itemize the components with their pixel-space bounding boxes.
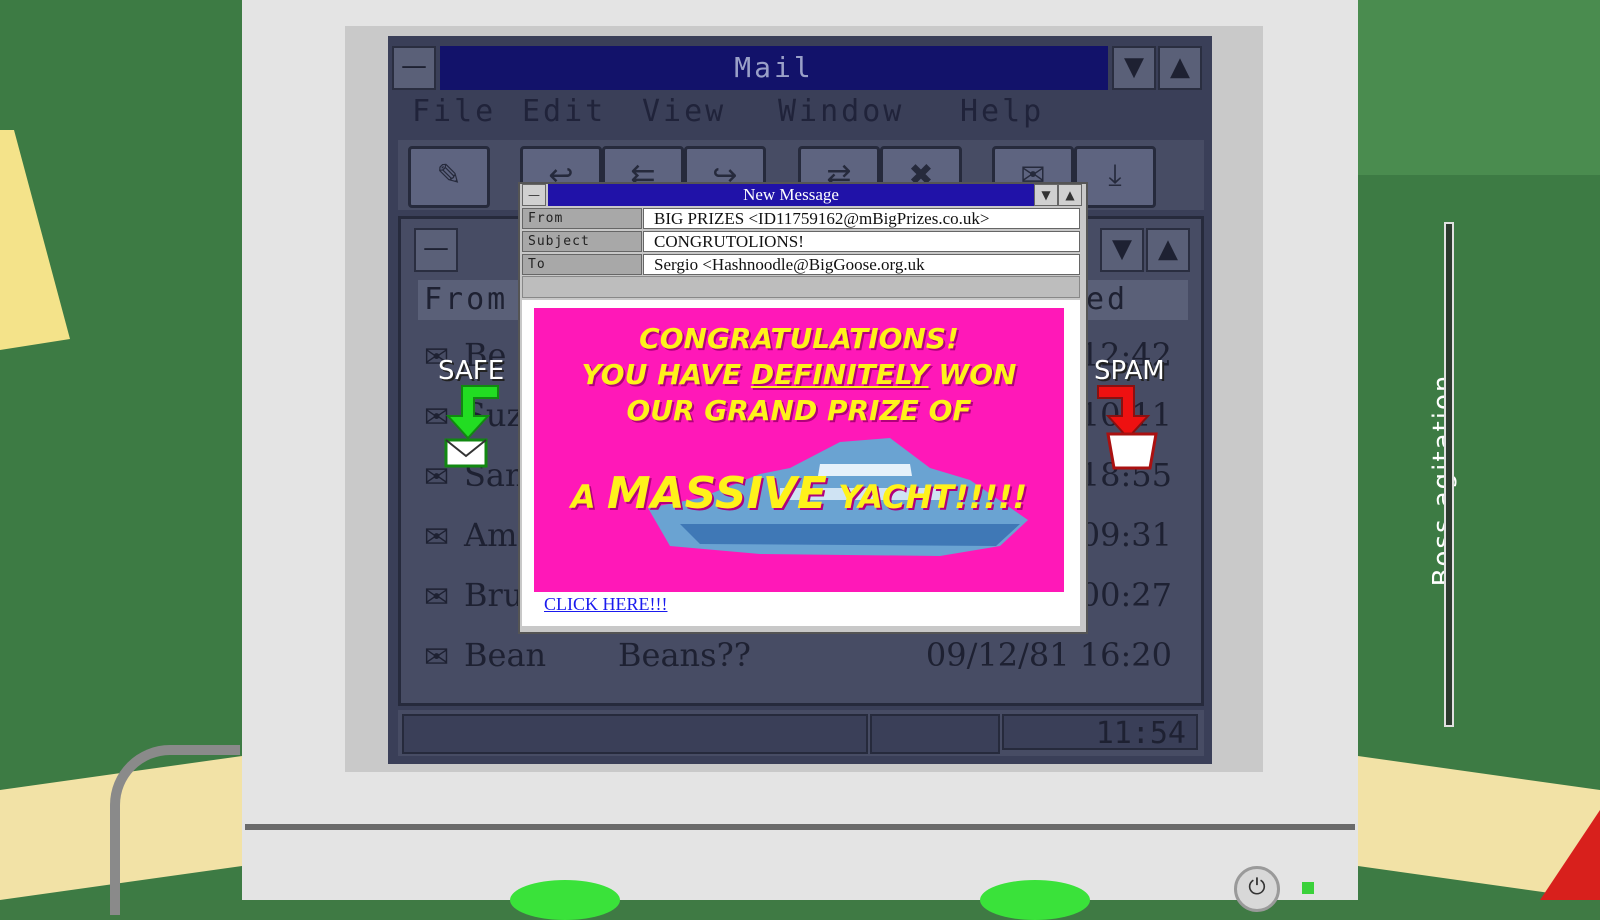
mail-window-title: Mail bbox=[440, 46, 1108, 90]
mail-from: Bean bbox=[464, 636, 547, 674]
mail-from: Bru bbox=[464, 576, 524, 614]
popup-menu-button[interactable]: — bbox=[522, 184, 546, 206]
to-value: Sergio <Hashnoodle@BigGoose.org.uk bbox=[643, 254, 1080, 275]
column-received[interactable]: ed bbox=[1086, 282, 1128, 317]
ad-text: WON bbox=[928, 358, 1017, 391]
from-label: From bbox=[522, 208, 642, 229]
ad-text: A bbox=[570, 478, 607, 516]
compose-icon[interactable]: ✎ bbox=[408, 146, 490, 208]
inbox-minimize-button[interactable]: ▼ bbox=[1100, 228, 1144, 272]
subject-label: Subject bbox=[522, 231, 642, 252]
safe-drop-icon[interactable] bbox=[440, 382, 504, 468]
message-toolbar-strip bbox=[522, 276, 1080, 298]
mail-subject: Beans?? bbox=[618, 636, 751, 674]
prize-advert-image[interactable]: CONGRATULATIONS! YOU HAVE DEFINITELY WON… bbox=[534, 308, 1064, 592]
ad-text-emphasis: DEFINITELY bbox=[750, 358, 929, 391]
ad-line-yacht: A MASSIVE YACHT!!!!! bbox=[534, 468, 1064, 519]
minimize-button[interactable]: ▼ bbox=[1112, 46, 1156, 90]
green-blob-right bbox=[980, 880, 1090, 920]
menu-help[interactable]: Help bbox=[960, 94, 1044, 129]
status-cell-mid bbox=[870, 714, 1000, 754]
popup-maximize-button[interactable]: ▲ bbox=[1058, 184, 1082, 206]
cable bbox=[110, 745, 240, 915]
envelope-icon: ✉ bbox=[424, 520, 450, 555]
ad-text-emphasis: MASSIVE bbox=[606, 468, 827, 519]
menu-view[interactable]: View bbox=[642, 94, 726, 129]
green-blob-left bbox=[510, 880, 620, 920]
power-button[interactable]: ⏻ bbox=[1234, 866, 1280, 912]
mail-received: 00:27 bbox=[1079, 576, 1172, 614]
mail-from: Am bbox=[464, 516, 518, 554]
mail-received: 09:31 bbox=[1079, 516, 1172, 554]
ad-text: YACHT!!!!! bbox=[826, 478, 1028, 516]
popup-minimize-button[interactable]: ▼ bbox=[1034, 184, 1058, 206]
envelope-icon: ✉ bbox=[424, 640, 450, 675]
envelope-icon: ✉ bbox=[424, 580, 450, 615]
from-value: BIG PRIZES <ID11759162@mBigPrizes.co.uk> bbox=[643, 208, 1080, 229]
new-message-title: New Message bbox=[548, 184, 1034, 206]
power-led bbox=[1302, 882, 1314, 894]
status-bar: 11:54 bbox=[398, 710, 1204, 756]
ad-line-congratulations: CONGRATULATIONS! bbox=[639, 322, 959, 355]
ad-line-won: YOU HAVE DEFINITELY WON bbox=[534, 358, 1064, 391]
status-cell-main bbox=[402, 714, 868, 754]
to-label: To bbox=[522, 254, 642, 275]
monitor-divider bbox=[245, 824, 1355, 830]
mail-received: 09/12/81 16:20 bbox=[925, 636, 1172, 674]
spam-bin-icon[interactable] bbox=[1096, 382, 1160, 472]
window-menu-button[interactable]: — bbox=[392, 46, 436, 90]
click-here-link[interactable]: CLICK HERE!!! bbox=[544, 594, 667, 615]
ad-text: YOU HAVE bbox=[581, 358, 751, 391]
maximize-button[interactable]: ▲ bbox=[1158, 46, 1202, 90]
boss-agitation-meter bbox=[1444, 222, 1454, 727]
menu-edit[interactable]: Edit bbox=[522, 94, 606, 129]
subject-value: CONGRUTOLIONS! bbox=[643, 231, 1080, 252]
status-clock: 11:54 bbox=[1002, 714, 1198, 751]
column-from[interactable]: From bbox=[424, 282, 508, 317]
menu-bar: File Edit View Window Help bbox=[398, 92, 1204, 138]
ad-line-grand-prize: OUR GRAND PRIZE OF bbox=[626, 394, 972, 427]
menu-file[interactable]: File bbox=[412, 94, 496, 129]
inbox-window-menu-button[interactable]: — bbox=[414, 228, 458, 272]
inbox-maximize-button[interactable]: ▲ bbox=[1146, 228, 1190, 272]
office-wall-band bbox=[1358, 0, 1600, 175]
mail-row[interactable]: ✉ Bean Beans?? 09/12/81 16:20 bbox=[420, 630, 1180, 686]
menu-window[interactable]: Window bbox=[778, 94, 904, 129]
